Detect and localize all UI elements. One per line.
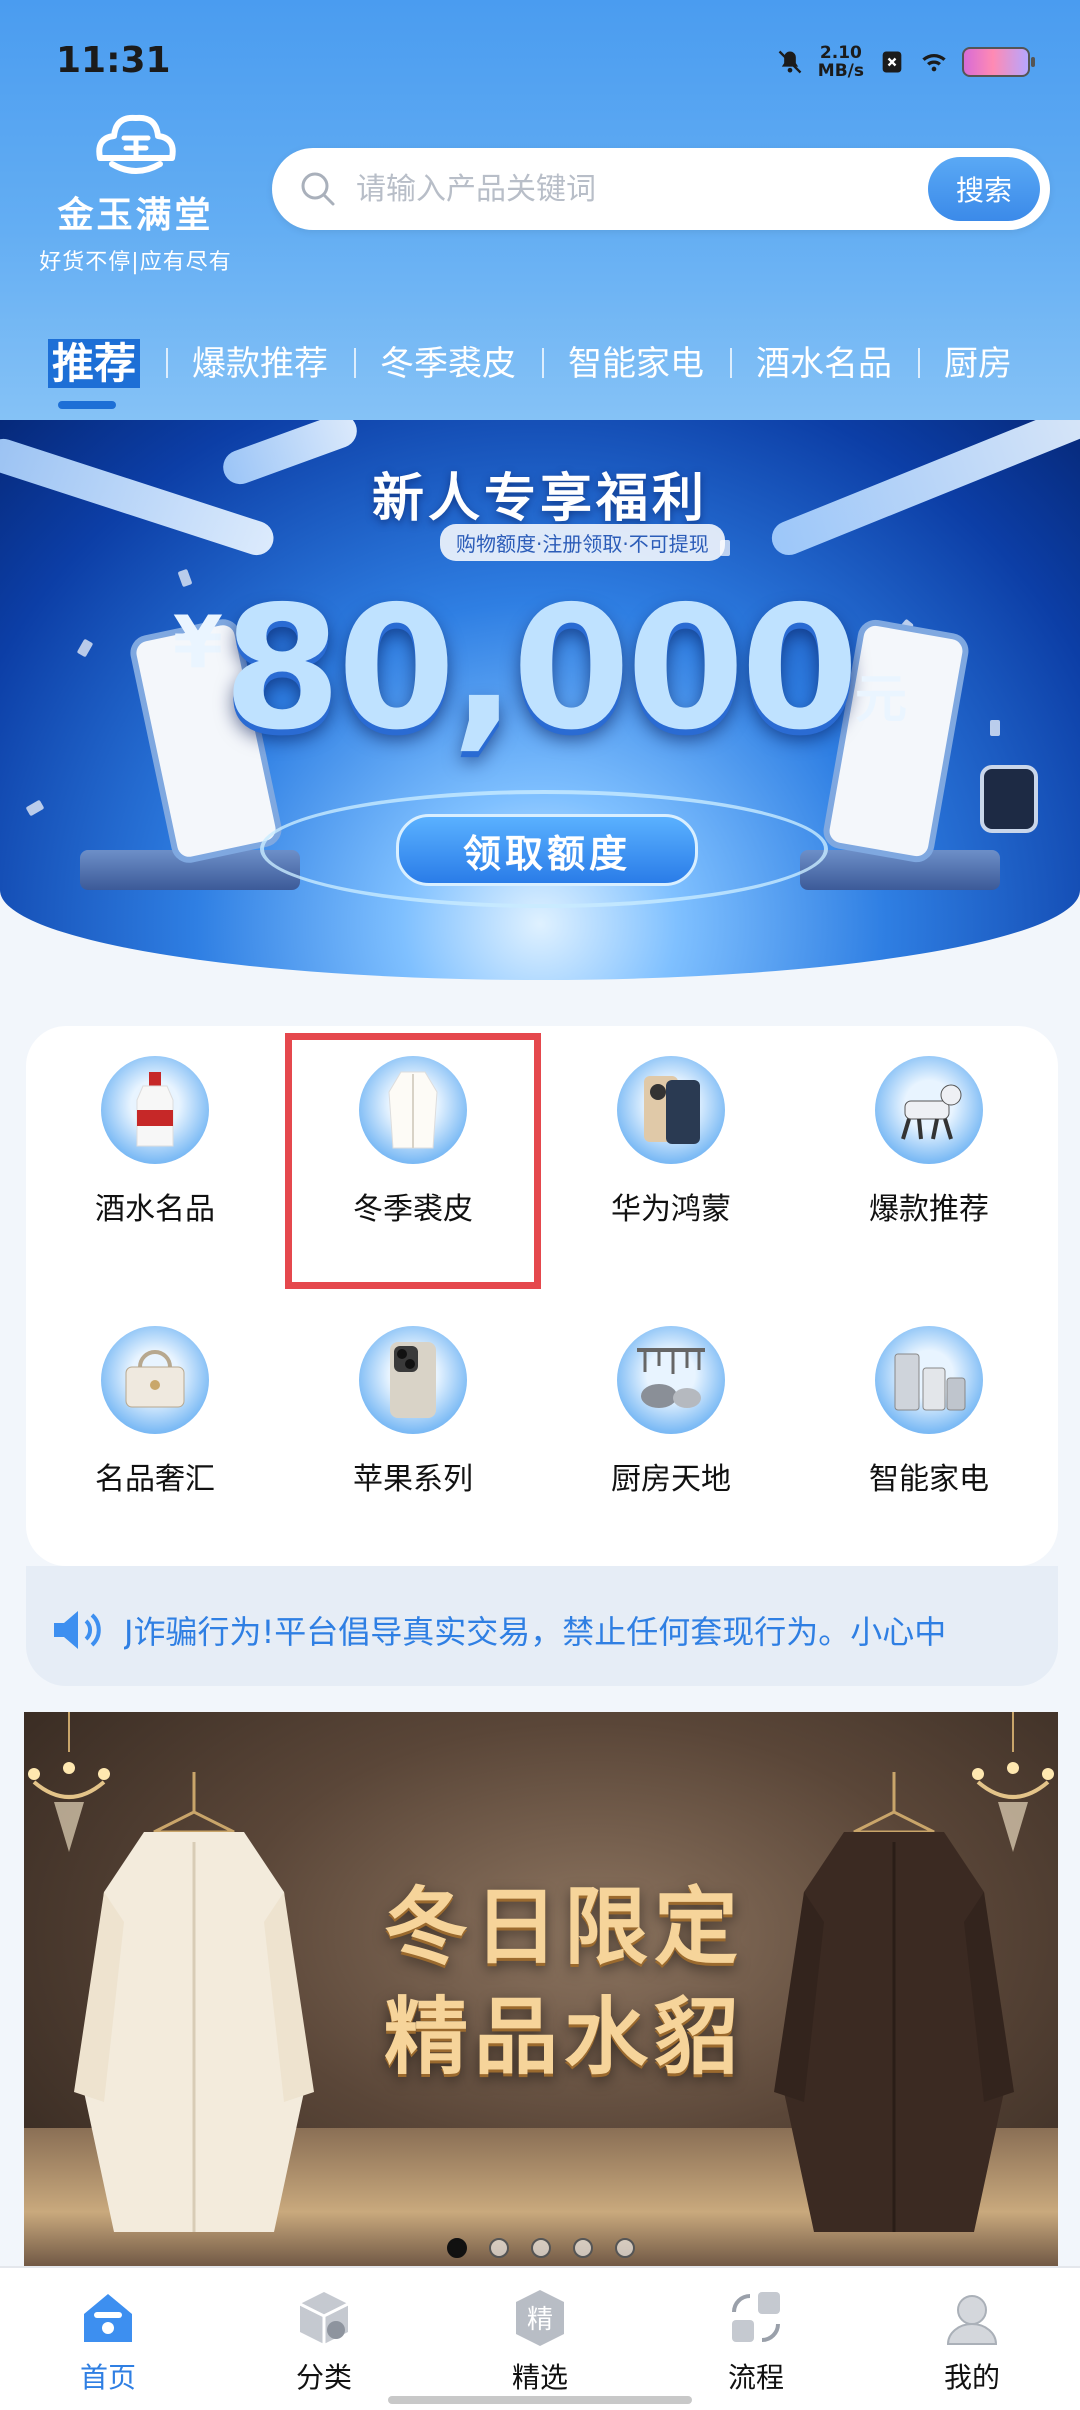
promo-title-line2: 精品水貂 [383,1987,744,2086]
process-flow-icon [732,2292,780,2342]
category-winter-furs[interactable]: 冬季裘皮 [285,1033,541,1289]
hero-currency: ¥ [172,600,224,684]
category-label: 华为鸿蒙 [611,1192,731,1227]
nav-label: 精选 [511,2361,568,2394]
hero-amount: ¥80,000元 [0,570,1080,768]
speaker-icon [54,1611,101,1649]
nav-label: 分类 [295,2361,352,2394]
smartwatch-illustration [980,765,1038,833]
nav-label: 流程 [727,2361,784,2394]
network-speed-unit: MB/s [817,61,864,81]
category-apple[interactable]: 苹果系列 [284,1326,542,1498]
notice-text: J诈骗行为!平台倡导真实交易，禁止任何套现行为。小心中 [124,1613,947,1651]
confetti [25,799,45,817]
tab-kitchen[interactable]: 厨房 [918,336,1038,385]
status-icons: 2.10 MB/s [776,44,1035,80]
search-input[interactable] [354,170,878,208]
category-smart-appliances[interactable]: 智能家电 [800,1326,1058,1498]
category-kitchen[interactable]: 厨房天地 [542,1326,800,1498]
nav-process[interactable]: 流程 [648,2268,864,2410]
category-label: 智能家电 [869,1462,989,1497]
nav-label: 首页 [79,2361,136,2394]
search-bar[interactable]: 搜索 [272,148,1050,230]
featured-badge-icon: 精 [516,2290,564,2346]
nav-featured[interactable]: 精 精选 [432,2268,648,2410]
huawei-phone-icon [617,1056,725,1164]
tab-winter-furs[interactable]: 冬季裘皮 [354,336,542,385]
category-hot-picks[interactable]: 爆款推荐 [800,1056,1058,1286]
tab-smart-appliances[interactable]: 智能家电 [542,336,730,385]
category-grid-card: 酒水名品 冬季裘皮 华为鸿蒙 爆款推荐 名品奢汇 苹果系列 厨房天地 智能家电 [26,1026,1058,1566]
category-box-icon [299,2292,349,2344]
appliances-icon [875,1326,983,1434]
promo-banner[interactable]: 冬日限定 精品水貂 [24,1712,1058,2268]
brand-slogan: 好货不停|应有尽有 [39,250,232,275]
claim-credit-button[interactable]: 领取额度 [396,814,698,886]
gold-ingot-logo-icon [95,114,176,174]
hero-subtitle: 购物额度·注册领取·不可提现 [440,524,725,561]
carousel-dot[interactable] [489,2238,509,2258]
network-speed-value: 2.10 [819,43,862,63]
featured-badge-glyph: 精 [527,2305,553,2335]
promo-title: 冬日限定 精品水貂 [324,1872,804,2092]
cookware-icon [617,1326,725,1434]
category-label: 酒水名品 [95,1192,215,1227]
category-huawei[interactable]: 华为鸿蒙 [542,1056,800,1286]
category-grid: 酒水名品 冬季裘皮 华为鸿蒙 爆款推荐 名品奢汇 苹果系列 厨房天地 智能家电 [26,1033,1058,1498]
wifi-icon [922,54,946,72]
category-label: 苹果系列 [353,1462,473,1497]
category-label: 厨房天地 [611,1462,731,1497]
category-liquor[interactable]: 酒水名品 [26,1056,284,1286]
status-time: 11:31 [56,40,171,81]
handbag-icon [101,1326,209,1434]
profile-icon [946,2295,998,2345]
hero-title: 新人专享福利 [371,469,708,529]
white-mink-coat-image [74,1772,314,2232]
category-tabs: 推荐 爆款推荐 冬季裘皮 智能家电 酒水名品 厨房 [40,320,1038,409]
promo-title-line1: 冬日限定 [383,1877,744,1976]
tab-liquor[interactable]: 酒水名品 [730,336,918,385]
app-notification-icon [882,51,902,73]
mute-bell-icon [778,50,802,74]
network-speed: 2.10 MB/s [818,44,864,80]
notice-content: J诈骗行为!平台倡导真实交易，禁止任何套现行为。小心中 [26,1600,1058,1660]
home-indicator[interactable] [388,2396,692,2404]
iphone-icon [359,1326,467,1434]
carousel-dot[interactable] [531,2238,551,2258]
tab-hot-picks[interactable]: 爆款推荐 [166,336,354,385]
liquor-bottle-icon [101,1056,209,1164]
battery-icon [962,47,1035,77]
notice-bar[interactable]: J诈骗行为!平台倡导真实交易，禁止任何套现行为。小心中 [26,1566,1058,1686]
nav-profile[interactable]: 我的 [864,2268,1080,2410]
nav-home[interactable]: 首页 [0,2268,216,2410]
hero-amount-unit: 元 [855,670,908,730]
search-button[interactable]: 搜索 [928,157,1040,221]
tab-recommended[interactable]: 推荐 [40,330,166,409]
carousel-indicators [24,2238,1058,2258]
bottom-nav: 首页 分类 精 精选 流程 我的 [0,2266,1080,2410]
nav-label: 我的 [943,2361,1000,2394]
white-coat-icon [359,1056,467,1164]
hero-banner[interactable]: 新人专享福利 购物额度·注册领取·不可提现 ¥80,000元 领取额度 [0,420,1080,980]
hero-amount-value: 80,000 [223,570,859,768]
carousel-dot[interactable] [615,2238,635,2258]
brand-name: 金玉满堂 [57,194,214,236]
home-icon [84,2294,132,2342]
brand-logo: 金玉满堂 好货不停|应有尽有 [28,108,243,275]
nav-category[interactable]: 分类 [216,2268,432,2410]
category-luxury[interactable]: 名品奢汇 [26,1326,284,1498]
carousel-dot[interactable] [573,2238,593,2258]
robot-dog-icon [875,1056,983,1164]
search-icon [301,172,335,206]
category-label: 爆款推荐 [869,1192,989,1227]
status-bar: 11:31 2.10 MB/s [0,0,1080,120]
tab-label: 推荐 [48,338,141,388]
category-label: 冬季裘皮 [353,1192,473,1227]
carousel-dot[interactable] [447,2238,467,2258]
category-label: 名品奢汇 [95,1462,215,1497]
